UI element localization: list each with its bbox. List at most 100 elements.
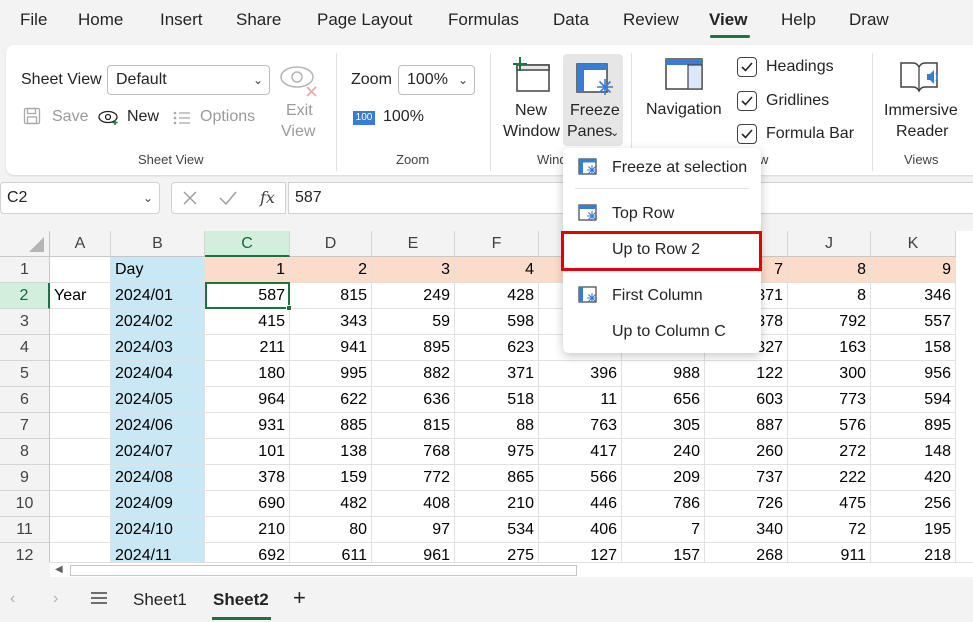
cell-value[interactable]: 249	[372, 283, 455, 309]
horizontal-scrollbar[interactable]: ◀	[50, 562, 973, 577]
menu-item-freeze-at-selection[interactable]: Freeze at selection	[563, 150, 761, 184]
cell-date[interactable]: 2024/01	[111, 283, 205, 309]
cell-value[interactable]: 598	[455, 309, 539, 335]
cell-value[interactable]: 209	[622, 465, 705, 491]
cell-value[interactable]: 768	[372, 439, 455, 465]
cell-value[interactable]: 158	[871, 335, 956, 361]
cell-value[interactable]: 406	[539, 517, 622, 543]
cell-value[interactable]: 737	[705, 465, 788, 491]
cell-value[interactable]: 726	[705, 491, 788, 517]
row-header[interactable]: 5	[0, 361, 50, 387]
cell-value[interactable]: 218	[871, 543, 956, 562]
cell-column-number[interactable]: 3	[372, 257, 455, 283]
cell-value[interactable]: 911	[788, 543, 871, 562]
cell-value[interactable]: 815	[290, 283, 372, 309]
row-header[interactable]: 2	[0, 283, 50, 309]
gridlines-label[interactable]: Gridlines	[766, 92, 829, 110]
cell-value[interactable]: 305	[622, 413, 705, 439]
cell-value[interactable]: 417	[539, 439, 622, 465]
cell[interactable]	[50, 309, 111, 335]
cell-value[interactable]: 690	[205, 491, 290, 517]
cell-date[interactable]: 2024/04	[111, 361, 205, 387]
next-sheet-icon[interactable]: ›	[53, 590, 58, 608]
cell-value[interactable]: 8	[788, 283, 871, 309]
immersive-reader-line2[interactable]: Reader	[896, 123, 948, 141]
cell[interactable]	[50, 387, 111, 413]
zoom-select[interactable]: 100% ⌄	[398, 65, 475, 95]
cell-value[interactable]: 210	[455, 491, 539, 517]
all-sheets-menu-icon[interactable]	[90, 591, 108, 610]
prev-sheet-icon[interactable]: ‹	[10, 590, 15, 608]
cell-day-header[interactable]: Day	[111, 257, 205, 283]
cell-value[interactable]: 865	[455, 465, 539, 491]
column-header-d[interactable]: D	[290, 231, 372, 257]
cell-value[interactable]: 895	[372, 335, 455, 361]
gridlines-checkbox[interactable]	[737, 91, 757, 111]
cell-value[interactable]: 587	[205, 283, 290, 309]
cell-value[interactable]: 300	[788, 361, 871, 387]
cell-value[interactable]: 256	[871, 491, 956, 517]
cell[interactable]: Year	[50, 283, 111, 309]
menu-review[interactable]: Review	[623, 10, 679, 30]
cell-date[interactable]: 2024/06	[111, 413, 205, 439]
cancel-icon[interactable]	[181, 189, 199, 212]
cell-value[interactable]: 11	[539, 387, 622, 413]
sheet-tab-sheet2[interactable]: Sheet2	[213, 590, 269, 610]
cell-value[interactable]: 163	[788, 335, 871, 361]
cell[interactable]	[50, 465, 111, 491]
sheet-tab-sheet1[interactable]: Sheet1	[133, 590, 187, 610]
cell-value[interactable]: 594	[871, 387, 956, 413]
cell-value[interactable]: 636	[372, 387, 455, 413]
cell-value[interactable]: 815	[372, 413, 455, 439]
cell-column-number[interactable]: 4	[455, 257, 539, 283]
cell-value[interactable]: 603	[705, 387, 788, 413]
cell[interactable]	[50, 439, 111, 465]
cell-value[interactable]: 931	[205, 413, 290, 439]
cell-value[interactable]: 566	[539, 465, 622, 491]
cell-value[interactable]: 371	[455, 361, 539, 387]
cell-date[interactable]: 2024/09	[111, 491, 205, 517]
new-window-line2[interactable]: Window	[503, 123, 560, 141]
options-button[interactable]: Options	[200, 108, 255, 126]
column-header-c[interactable]: C	[205, 231, 290, 257]
column-header-j[interactable]: J	[788, 231, 871, 257]
row-header[interactable]: 9	[0, 465, 50, 491]
menu-item-up-to-row-2[interactable]: Up to Row 2	[563, 232, 761, 266]
row-header[interactable]: 11	[0, 517, 50, 543]
cell-value[interactable]: 101	[205, 439, 290, 465]
cell-value[interactable]: 475	[788, 491, 871, 517]
cell-value[interactable]: 622	[290, 387, 372, 413]
cell-column-number[interactable]: 8	[788, 257, 871, 283]
cell[interactable]	[50, 361, 111, 387]
sheet-view-select[interactable]: Default ⌄	[107, 65, 270, 95]
cell-value[interactable]: 623	[455, 335, 539, 361]
row-header[interactable]: 4	[0, 335, 50, 361]
immersive-reader-line1[interactable]: Immersive	[884, 102, 958, 120]
menu-item-up-to-column-c[interactable]: Up to Column C	[563, 314, 761, 348]
cell-column-number[interactable]: 2	[290, 257, 372, 283]
cell-value[interactable]: 482	[290, 491, 372, 517]
cell[interactable]	[50, 335, 111, 361]
cell-value[interactable]: 895	[871, 413, 956, 439]
cell-date[interactable]: 2024/03	[111, 335, 205, 361]
row-header[interactable]: 10	[0, 491, 50, 517]
cell-value[interactable]: 97	[372, 517, 455, 543]
menu-item-top-row[interactable]: Top Row	[563, 196, 761, 230]
cell-value[interactable]: 964	[205, 387, 290, 413]
cell-value[interactable]: 420	[871, 465, 956, 491]
row-header[interactable]: 1	[0, 257, 50, 283]
cell-value[interactable]: 157	[622, 543, 705, 562]
menu-share[interactable]: Share	[236, 10, 281, 30]
menu-page-layout[interactable]: Page Layout	[317, 10, 412, 30]
cell-value[interactable]: 518	[455, 387, 539, 413]
cell-value[interactable]: 272	[788, 439, 871, 465]
row-header[interactable]: 7	[0, 413, 50, 439]
cell-value[interactable]: 557	[871, 309, 956, 335]
cell-value[interactable]: 211	[205, 335, 290, 361]
cell-value[interactable]: 786	[622, 491, 705, 517]
cell-value[interactable]: 692	[205, 543, 290, 562]
formula-bar-label[interactable]: Formula Bar	[766, 125, 854, 143]
cell-value[interactable]: 195	[871, 517, 956, 543]
cell-value[interactable]: 446	[539, 491, 622, 517]
cell-value[interactable]: 222	[788, 465, 871, 491]
